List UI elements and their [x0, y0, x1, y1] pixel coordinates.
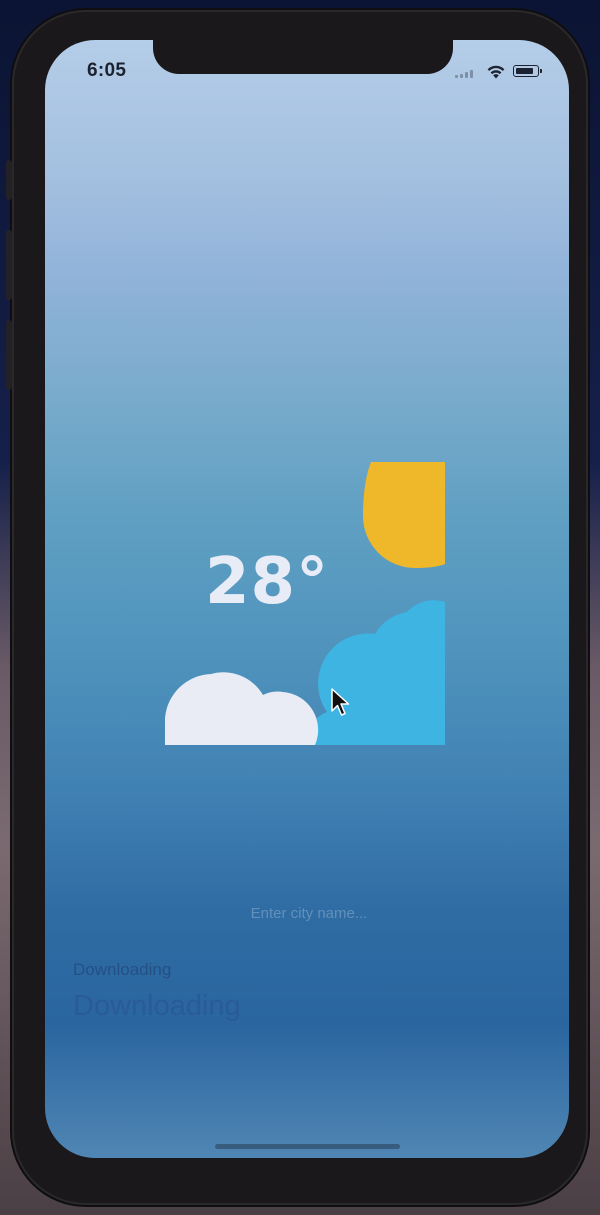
status-time: 6:05: [87, 60, 127, 81]
cloud-front-icon: [165, 672, 319, 745]
volume-up-button: [6, 230, 12, 300]
temperature-readout: 28°: [205, 545, 330, 619]
home-indicator[interactable]: [215, 1144, 400, 1149]
battery-icon: [513, 65, 542, 77]
notch: [153, 40, 453, 74]
download-status-label: Downloading: [73, 960, 172, 979]
cloud-back-icon: [307, 600, 445, 745]
download-status-title: Downloading: [73, 990, 241, 1022]
city-search-input[interactable]: [45, 904, 569, 923]
mouse-pointer-icon: [331, 688, 350, 716]
app-screen: 6:05 28° Downloading Downloading: [45, 40, 569, 1158]
volume-down-button: [6, 320, 12, 390]
sun-icon: [363, 462, 445, 568]
wifi-icon: [487, 65, 505, 79]
battery-level: [515, 67, 533, 74]
mute-switch: [6, 160, 12, 200]
signal-strength-icon: [455, 70, 477, 78]
